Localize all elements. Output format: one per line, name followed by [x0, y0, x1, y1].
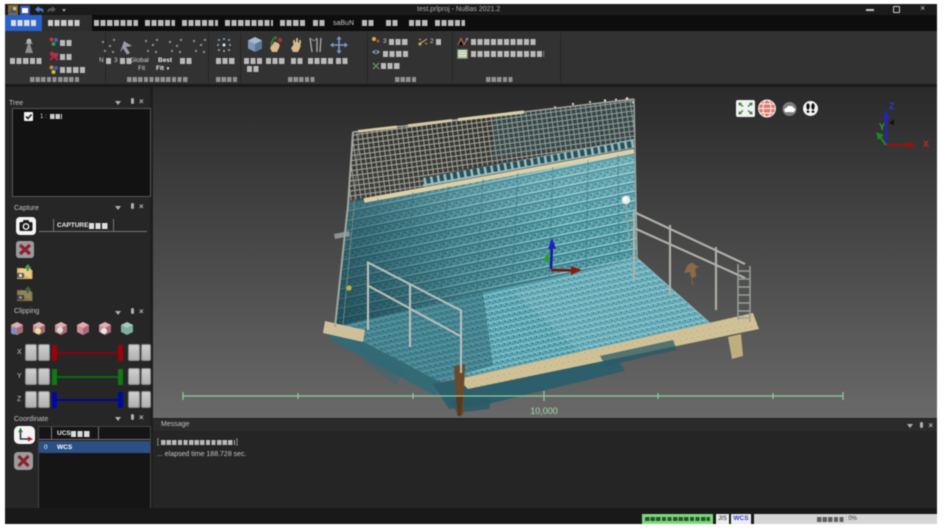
- svg-text:10,000: 10,000: [530, 406, 558, 416]
- svg-text:X: X: [923, 139, 929, 149]
- svg-text:Z: Z: [889, 101, 895, 111]
- svg-text:Y: Y: [879, 122, 885, 132]
